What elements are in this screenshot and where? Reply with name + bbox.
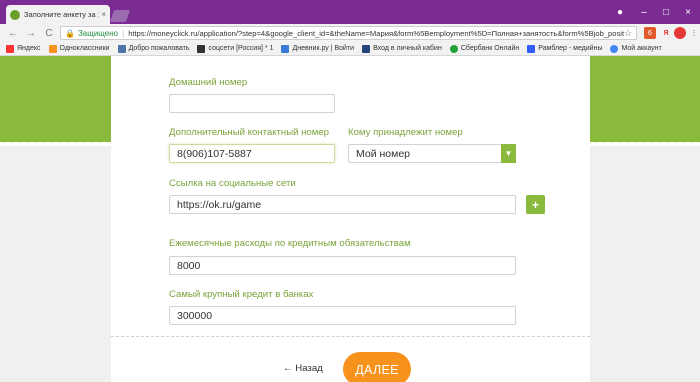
bookmark-item[interactable]: Яндекс [6,44,41,53]
extension-badge-icon[interactable]: 6 [644,27,656,39]
site-favicon-icon [10,9,20,20]
chevron-down-icon[interactable]: ▼ [501,144,516,163]
back-link[interactable]: ← Назад [283,363,323,374]
bookmark-item[interactable]: соцсети [Россия] * 1 [197,44,273,53]
address-bar[interactable]: 🔒 Защищено | https://moneyclick.ru/appli… [60,26,637,40]
sberbank-bookmark-icon [449,44,458,53]
largest-loan-label: Самый крупный кредит в банках [169,289,314,300]
cabinet-bookmark-icon [362,44,371,53]
bookmark-item[interactable]: Рамблер - медийны [527,44,602,53]
extra-phone-input[interactable]: 8(906)107-5887 [169,144,335,163]
lock-icon: 🔒 [65,28,75,38]
monthly-expenses-input[interactable]: 8000 [169,256,516,275]
browser-tab[interactable]: Заполните анкету за 10 × [6,5,110,24]
close-window-icon[interactable]: × [676,0,700,24]
dnevnik-bookmark-icon [281,44,290,53]
yandex-bookmark-icon [6,44,14,53]
bookmark-item[interactable]: Дневник.ру | Войти [281,44,354,53]
bookmarks-bar: Яндекс Одноклассники Добро пожаловать со… [0,42,700,56]
yandex-icon[interactable]: Я [660,27,672,39]
phone-owner-label: Кому принадлежит номер [348,127,463,138]
secure-label: Защищено [77,28,119,38]
minimize-icon[interactable]: – [632,0,656,24]
extension-red-icon[interactable] [674,27,686,39]
tab-close-icon[interactable]: × [101,10,106,19]
back-arrow-icon[interactable]: ← [6,26,20,40]
monthly-expenses-label: Ежемесячные расходы по кредитным обязате… [169,238,411,249]
url-text[interactable]: https://moneyclick.ru/application/?step=… [128,29,624,38]
largest-loan-input[interactable]: 300000 [169,306,516,325]
forward-arrow-icon[interactable]: → [24,26,38,40]
phone-owner-value: Мой номер [356,148,411,160]
bookmark-item[interactable]: Добро пожаловать [117,44,189,53]
bookmark-item[interactable]: Вход в личный кабин [362,44,442,53]
form-divider [111,336,590,337]
bookmark-item[interactable]: Одноклассники [48,44,110,53]
home-phone-input[interactable] [169,94,335,113]
maximize-icon[interactable]: □ [654,0,678,24]
browser-toolbar: ← → C 🔒 Защищено | https://moneyclick.ru… [0,24,700,42]
reload-icon[interactable]: C [42,26,56,40]
phone-owner-select[interactable]: Мой номер ▼ [348,144,516,163]
menu-icon[interactable]: ⋮ [688,27,700,39]
next-button[interactable]: ДАЛЕЕ [343,352,411,382]
tab-title: Заполните анкету за 10 [24,10,100,19]
ok-bookmark-icon [48,44,57,53]
bookmark-star-icon[interactable]: ☆ [624,28,632,39]
home-phone-label: Домашний номер [169,77,248,88]
bookmark-item[interactable]: Сбербанк Онлайн [449,44,519,53]
social-link-input[interactable]: https://ok.ru/game [169,195,516,214]
separator: | [122,28,125,38]
extra-phone-label: Дополнительный контактный номер [169,127,330,138]
social-bookmark-icon [197,44,206,53]
rambler-bookmark-icon [527,44,536,53]
vk-bookmark-icon [117,44,126,53]
add-social-button[interactable]: + [526,195,545,214]
social-label: Ссылка на социальные сети [169,178,296,189]
bookmark-item[interactable]: Мой аккаунт [610,44,662,53]
google-bookmark-icon [610,44,619,53]
account-icon[interactable]: ● [608,0,632,24]
